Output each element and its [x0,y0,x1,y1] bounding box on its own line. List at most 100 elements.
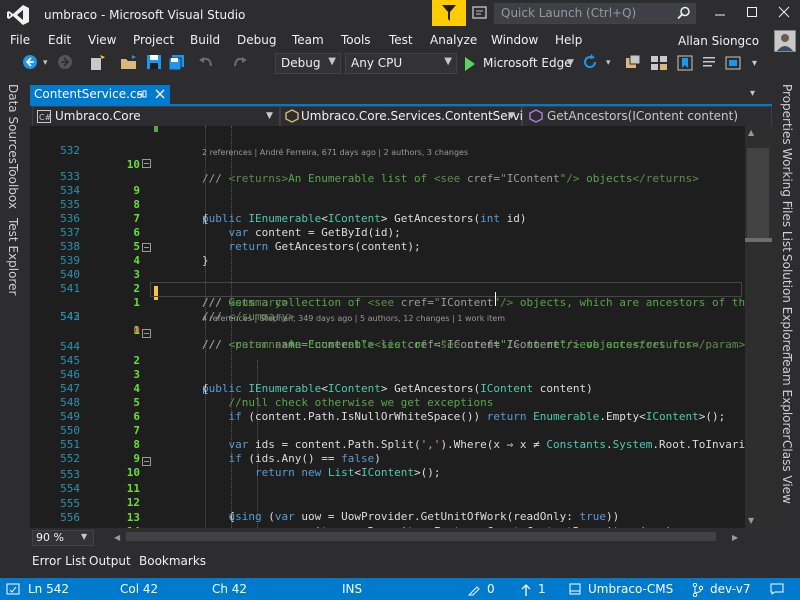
new-project-button[interactable] [88,54,108,74]
type-navigation-select[interactable]: Umbraco.Core.Services.ContentService ▼ [280,106,537,127]
chevron-down-icon: ▼ [567,58,574,68]
collapse-region-icon[interactable] [142,243,151,252]
comment-button[interactable] [700,54,720,74]
tab-data-sources[interactable]: Data Sources [6,84,20,164]
code-line: 537 5 } [30,212,772,267]
member-navigation-select[interactable]: GetAncestors(IContent content) [522,106,772,127]
menu-edit[interactable]: Edit [48,33,71,47]
branch-name[interactable]: dev-v7 [710,582,751,596]
uncomment-button[interactable] [724,54,744,74]
collapse-region-icon[interactable] [142,457,151,466]
left-tool-window-strip: Data Sources Toolbox Test Explorer [0,84,26,554]
browser-link-button[interactable] [624,54,644,74]
refresh-dropdown[interactable]: ▾ [606,58,616,78]
toolbar-overflow-button[interactable]: ▾ [752,58,766,78]
codelens-info[interactable]: 4 references | Stephan, 349 days ago | 5… [202,312,505,326]
user-name[interactable]: Allan Siongco [678,34,759,48]
collapse-region-icon[interactable] [142,329,151,338]
tab-contentservice-cs[interactable]: ContentService.cs [30,85,170,104]
refresh-button[interactable] [582,54,602,74]
quick-launch-input[interactable]: Quick Launch (Ctrl+Q) [494,3,696,24]
code-line: 546 4 //null check otherwise we get exce… [30,354,772,409]
tab-toolbox[interactable]: Toolbox [6,164,20,209]
close-button[interactable] [769,4,799,24]
vertical-scrollbar[interactable]: ▲ ▼ [745,126,772,528]
chevron-down-icon: ▼ [328,56,336,67]
tab-output[interactable]: Output [89,554,131,568]
redo-button[interactable] [232,54,250,74]
tab-test-explorer[interactable]: Test Explorer [6,218,20,295]
code-line: 533 9 public IEnumerable<IContent> GetAn… [30,156,772,225]
menu-help[interactable]: Help [555,33,582,47]
menu-analyze[interactable]: Analyze [430,33,477,47]
repository-icon[interactable] [568,583,582,598]
tab-properties[interactable]: Properties [780,84,794,145]
branch-icon[interactable] [692,582,704,600]
start-debugging-button[interactable]: Microsoft Edge ▼ [464,54,582,74]
avatar[interactable] [774,30,796,52]
menu-team[interactable]: Team [292,33,324,47]
method-icon [529,109,543,126]
repository-name[interactable]: Umbraco-CMS [588,582,673,596]
tab-solution-explorer[interactable]: Solution Explorer [780,254,794,357]
save-button[interactable] [146,54,164,74]
collapse-region-icon[interactable] [142,159,151,168]
project-navigation-select[interactable]: C# Umbraco.Core ▼ [32,106,280,127]
scroll-down-icon[interactable]: ▼ [748,516,754,525]
menu-window[interactable]: Window [491,33,538,47]
menu-test[interactable]: Test [389,33,413,47]
minimize-button[interactable] [705,4,735,24]
csharp-project-icon: C# [37,110,52,126]
pending-changes-icon[interactable] [467,584,480,599]
open-file-button[interactable] [120,54,140,74]
tab-team-explorer[interactable]: Team Explorer [780,354,794,440]
notification-bell-icon[interactable] [770,583,784,598]
horizontal-scrollbar[interactable]: ◀ ▶ [30,528,772,545]
tab-class-view[interactable]: Class View [780,440,794,504]
redo-icon [234,57,247,67]
save-all-button[interactable] [168,54,186,74]
menu-debug[interactable]: Debug [237,33,276,47]
menu-tools[interactable]: Tools [341,33,371,47]
refresh-icon [584,54,597,69]
back-dropdown[interactable]: ▾ [43,58,53,78]
pending-changes-count[interactable]: 0 [487,582,495,596]
code-line: 534 8 { [30,170,772,225]
horizontal-scrollbar-thumb[interactable] [126,532,716,541]
undo-button[interactable] [198,54,216,74]
maximize-button[interactable] [737,4,767,24]
codelens-row[interactable]: 4 references | Stephan, 349 days ago | 5… [30,310,772,324]
solution-platform-select[interactable]: Any CPU ▼ [345,53,457,74]
pin-icon[interactable] [136,88,148,103]
tab-working-files-list[interactable]: Working Files List [780,148,794,252]
scroll-right-icon[interactable]: ▶ [732,533,738,542]
notifications-icon[interactable] [470,4,492,22]
menu-build[interactable]: Build [190,33,220,47]
tab-list-dropdown[interactable]: ▾ [750,88,755,99]
unpushed-commits-count[interactable]: 1 [538,582,546,596]
scroll-left-icon[interactable]: ◀ [114,533,120,542]
solution-configuration-select[interactable]: Debug ▼ [275,53,341,74]
code-line: 553 11 using (var uow = UowProvider.GetU… [30,454,772,523]
member-name: GetAncestors(IContent content) [547,109,739,123]
close-tab-icon[interactable] [154,88,166,103]
toolbar-tool-button[interactable] [650,54,670,74]
code-line: 544 2 public IEnumerable<IContent> GetAn… [30,326,772,395]
tab-bookmarks[interactable]: Bookmarks [139,554,206,568]
code-line: 549 7 var ids = content.Path.Split(',').… [30,396,772,451]
menu-file[interactable]: File [10,33,30,47]
scrollbar-thumb[interactable] [747,148,769,240]
menu-view[interactable]: View [88,33,116,47]
undo-icon [199,57,212,67]
feedback-button[interactable] [432,0,466,26]
unpushed-commits-icon[interactable] [520,583,532,600]
bookmark-button[interactable] [676,54,696,74]
tab-error-list[interactable]: Error List [32,554,86,568]
scroll-up-icon[interactable]: ▲ [748,128,754,137]
zoom-level-select[interactable]: 90 % ▼ [32,530,94,546]
navigate-forward-button[interactable] [57,54,75,74]
menu-project[interactable]: Project [133,33,174,47]
status-ready-icon [6,583,20,598]
code-editor[interactable]: 532 10 /// <returns>An Enumerable list o… [30,126,772,528]
navigate-back-button[interactable] [22,54,40,74]
